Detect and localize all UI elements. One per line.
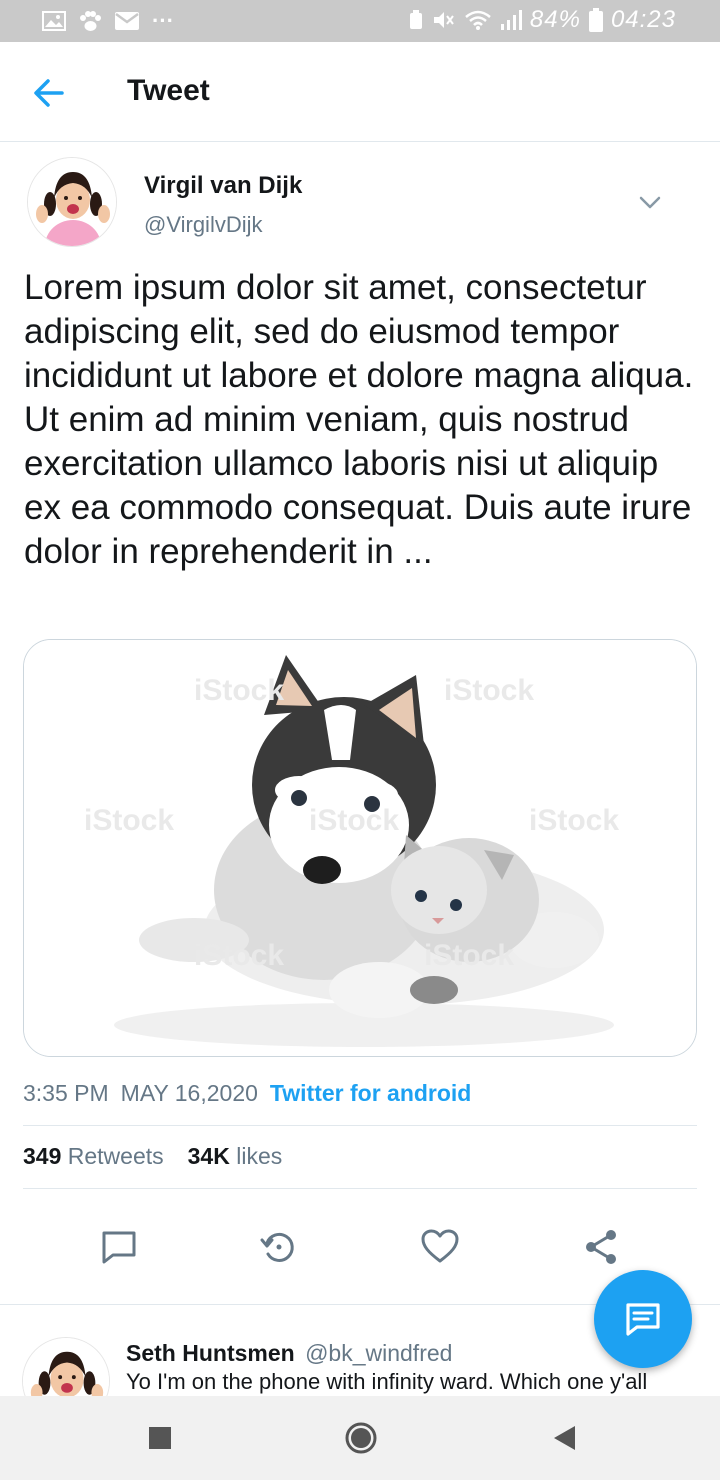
more-options-button[interactable] — [636, 188, 664, 216]
reply-text: Yo I'm on the phone with infinity ward. … — [126, 1369, 648, 1394]
tweet-actions — [0, 1222, 720, 1272]
svg-text:iStock: iStock — [424, 939, 514, 972]
avatar-image — [28, 158, 116, 246]
tweet-date: MAY 16,2020 — [120, 1080, 258, 1106]
retweet-button[interactable] — [254, 1222, 304, 1272]
retweets-label: Retweets — [67, 1143, 164, 1169]
share-icon — [586, 1230, 616, 1264]
svg-text:iStock: iStock — [84, 804, 174, 837]
chevron-down-icon — [639, 196, 661, 209]
tweet-stats: 349 Retweets 34K likes — [23, 1143, 282, 1170]
signal-icon — [500, 10, 522, 30]
alarm-icon — [409, 10, 422, 29]
svg-text:iStock: iStock — [309, 804, 399, 837]
svg-text:iStock: iStock — [194, 674, 284, 707]
wifi-icon — [465, 10, 491, 30]
paw-icon — [80, 11, 101, 31]
reply-header: Seth Huntsmen @bk_windfred — [126, 1340, 452, 1367]
retweets-count: 349 — [23, 1143, 62, 1169]
tweet-time: 3:35 PM — [23, 1080, 109, 1106]
back-nav-button[interactable] — [544, 1418, 584, 1458]
author-name[interactable]: Virgil van Dijk — [144, 172, 302, 200]
puppy-kitten-photo: iStock iStock iStock iStock iStock iStoc… — [24, 640, 696, 1056]
home-button[interactable] — [341, 1418, 381, 1458]
reply-icon — [102, 1231, 136, 1264]
page-title: Tweet — [127, 74, 210, 107]
triangle-back-icon — [554, 1426, 575, 1450]
navigation-bar — [0, 1396, 720, 1480]
share-button[interactable] — [576, 1222, 626, 1272]
battery-percent: 84% — [529, 6, 581, 33]
status-system: 84% 04:23 — [408, 6, 676, 34]
likes-count: 34K — [187, 1143, 230, 1169]
avatar[interactable] — [27, 157, 117, 247]
status-bar: ··· 84% 04:23 — [0, 0, 720, 42]
retweet-icon — [260, 1232, 294, 1262]
compose-message-button[interactable] — [594, 1270, 692, 1368]
retweets-stat[interactable]: 349 Retweets — [23, 1143, 164, 1170]
message-icon — [626, 1303, 660, 1336]
author-handle[interactable]: @VirgilvDijk — [144, 212, 263, 238]
svg-text:iStock: iStock — [194, 939, 284, 972]
likes-stat[interactable]: 34K likes — [188, 1143, 283, 1170]
divider — [23, 1188, 697, 1189]
overflow-dots: ··· — [152, 8, 174, 33]
like-button[interactable] — [415, 1222, 465, 1272]
back-button[interactable] — [32, 76, 66, 110]
gallery-icon — [42, 11, 66, 31]
status-notifications: ··· — [42, 8, 174, 34]
tweet-meta: 3:35 PM MAY 16,2020 Twitter for android — [23, 1080, 471, 1107]
tweet-source-link[interactable]: Twitter for android — [270, 1080, 471, 1107]
arrow-left-icon — [34, 79, 64, 107]
recents-button[interactable] — [140, 1418, 180, 1458]
battery-icon — [588, 8, 603, 32]
tweet-media-image[interactable]: iStock iStock iStock iStock iStock iStoc… — [23, 639, 697, 1057]
svg-text:iStock: iStock — [529, 804, 619, 837]
mail-icon — [115, 12, 139, 30]
reply-button[interactable] — [94, 1222, 144, 1272]
reply-author-name[interactable]: Seth Huntsmen — [126, 1340, 295, 1366]
heart-icon — [421, 1229, 459, 1263]
likes-label: likes — [236, 1143, 283, 1169]
clock: 04:23 — [610, 6, 676, 33]
app-header: Tweet — [0, 42, 720, 142]
tweet-text: Lorem ipsum dolor sit amet, consectetur … — [24, 268, 694, 571]
square-icon — [149, 1427, 171, 1449]
reply-author-handle[interactable]: @bk_windfred — [305, 1340, 452, 1366]
circle-icon — [345, 1422, 377, 1454]
divider — [23, 1125, 697, 1126]
svg-text:iStock: iStock — [444, 674, 534, 707]
mute-icon — [433, 12, 454, 28]
